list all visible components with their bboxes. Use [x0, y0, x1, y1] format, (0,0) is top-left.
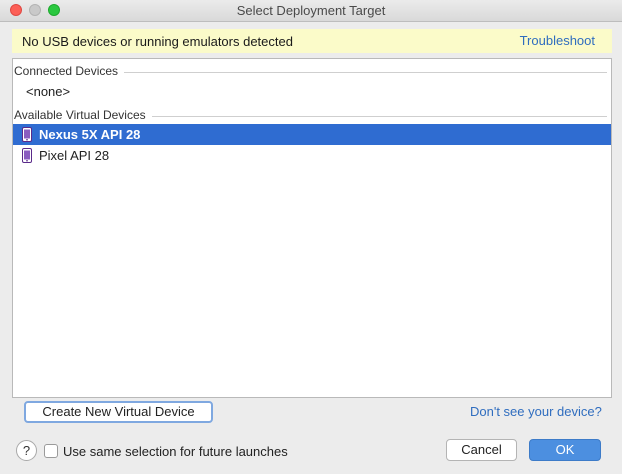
- device-list: Connected Devices <none> Available Virtu…: [12, 58, 612, 398]
- window-title: Select Deployment Target: [236, 3, 386, 18]
- dialog-window: Select Deployment Target No USB devices …: [0, 0, 622, 474]
- cancel-button[interactable]: Cancel: [446, 439, 517, 461]
- device-name: Nexus 5X API 28: [39, 127, 141, 142]
- device-row-nexus-5x[interactable]: Nexus 5X API 28: [13, 124, 611, 145]
- connected-devices-label: Connected Devices: [14, 64, 125, 78]
- dont-see-device-link[interactable]: Don't see your device?: [470, 404, 602, 419]
- device-name: Pixel API 28: [39, 148, 110, 163]
- same-selection-label[interactable]: Use same selection for future launches: [63, 444, 288, 459]
- connected-devices-header: Connected Devices: [13, 61, 611, 79]
- available-devices-header: Available Virtual Devices: [13, 105, 611, 123]
- create-virtual-device-button[interactable]: Create New Virtual Device: [24, 401, 213, 423]
- ok-button[interactable]: OK: [529, 439, 601, 461]
- notice-bar: No USB devices or running emulators dete…: [12, 29, 612, 53]
- available-devices-label: Available Virtual Devices: [14, 108, 152, 122]
- help-icon[interactable]: ?: [16, 440, 37, 461]
- troubleshoot-link[interactable]: Troubleshoot: [520, 33, 595, 48]
- notice-message: No USB devices or running emulators dete…: [22, 34, 293, 49]
- no-connected-devices-label: <none>: [26, 84, 71, 99]
- same-selection-checkbox[interactable]: [44, 444, 58, 458]
- device-row-pixel[interactable]: Pixel API 28: [13, 145, 611, 166]
- phone-icon: [22, 148, 32, 163]
- phone-icon: [22, 127, 32, 142]
- title-bar: Select Deployment Target: [0, 0, 622, 22]
